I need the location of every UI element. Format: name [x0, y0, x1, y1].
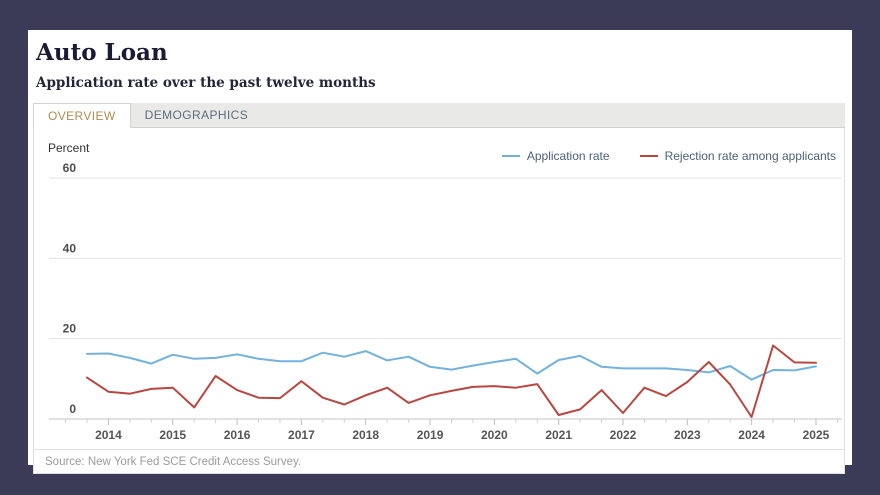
- chart-container: Percent Application rate Rejection rate …: [33, 128, 845, 474]
- x-year-label: 2019: [417, 428, 444, 442]
- x-year-label: 2014: [95, 428, 122, 442]
- auto-loan-panel: Auto Loan Application rate over the past…: [28, 30, 852, 465]
- y-tick-label: 40: [63, 242, 77, 256]
- x-year-label: 2024: [738, 428, 765, 442]
- legend-item-application-rate[interactable]: Application rate: [502, 149, 610, 163]
- x-year-label: 2022: [610, 428, 637, 442]
- source-row: Source: New York Fed SCE Credit Access S…: [34, 449, 844, 473]
- y-tick-label: 20: [63, 322, 77, 336]
- page-subtitle: Application rate over the past twelve mo…: [36, 75, 844, 91]
- y-tick-label: 0: [69, 402, 76, 416]
- y-tick-label: 60: [63, 161, 77, 175]
- tab-bar: OVERVIEW DEMOGRAPHICS: [33, 103, 845, 128]
- page-title: Auto Loan: [36, 40, 844, 66]
- desktop-background: Auto Loan Application rate over the past…: [0, 0, 880, 495]
- application-rate-swatch: [502, 155, 520, 157]
- legend-item-rejection-rate[interactable]: Rejection rate among applicants: [640, 149, 836, 163]
- x-year-label: 2020: [481, 428, 508, 442]
- chart-legend: Application rate Rejection rate among ap…: [502, 149, 836, 163]
- source-text: Source: New York Fed SCE Credit Access S…: [45, 456, 301, 468]
- rejection-rate-swatch: [640, 155, 658, 157]
- rejection-rate-among-applicants-line: [87, 346, 816, 418]
- x-year-label: 2025: [803, 428, 830, 442]
- x-year-label: 2023: [674, 428, 701, 442]
- x-year-label: 2018: [352, 428, 379, 442]
- tab-overview[interactable]: OVERVIEW: [33, 103, 131, 128]
- x-year-label: 2017: [288, 428, 315, 442]
- x-year-label: 2016: [224, 428, 251, 442]
- plot-area[interactable]: 0 20 40 60 2014 2015 2016 2017 2018 2019 2020 2021 2…: [34, 128, 844, 473]
- legend-label: Application rate: [527, 149, 610, 163]
- line-chart-svg: 0 20 40 60 2014 2015 2016 2017 2018 2019 2020 2021 2…: [34, 128, 844, 472]
- x-year-label: 2021: [545, 428, 572, 442]
- y-axis-unit-label: Percent: [48, 141, 89, 155]
- legend-label: Rejection rate among applicants: [665, 149, 836, 163]
- tab-demographics[interactable]: DEMOGRAPHICS: [131, 103, 262, 127]
- x-year-label: 2015: [159, 428, 186, 442]
